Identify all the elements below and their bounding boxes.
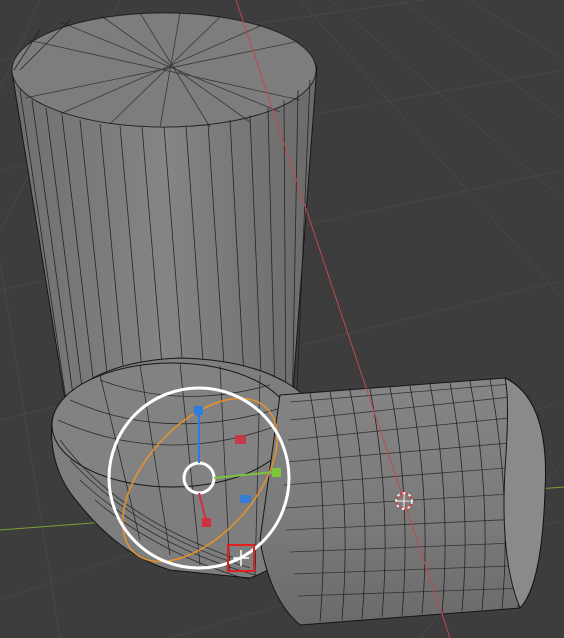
yz-plane-handle[interactable] xyxy=(240,495,251,503)
x-axis-handle[interactable] xyxy=(202,518,211,527)
y-axis-handle[interactable] xyxy=(272,468,281,477)
3d-viewport[interactable] xyxy=(0,0,564,638)
3d-cursor-icon[interactable] xyxy=(395,492,413,510)
xz-plane-handle[interactable] xyxy=(235,435,246,444)
z-axis-handle[interactable] xyxy=(194,406,203,415)
